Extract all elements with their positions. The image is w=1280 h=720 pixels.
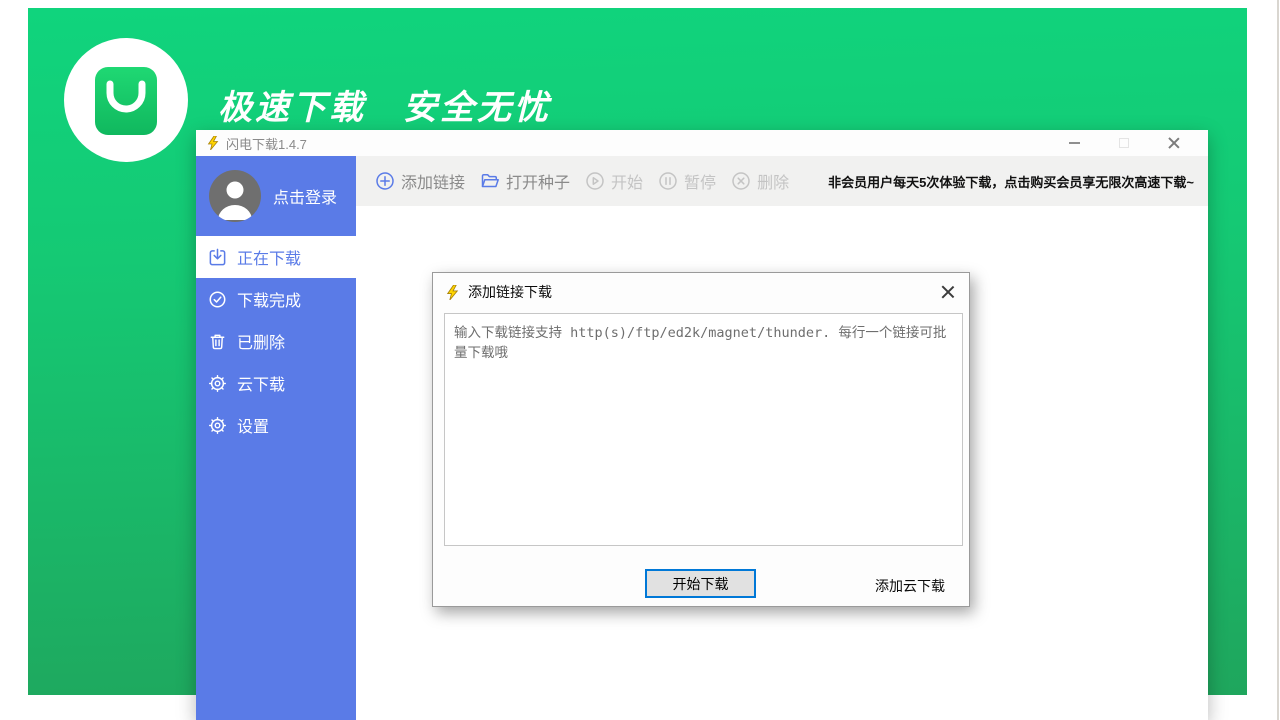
download-tray-icon xyxy=(208,248,227,267)
x-circle-icon xyxy=(731,171,751,191)
login-block[interactable]: 点击登录 xyxy=(196,156,356,236)
toolbar-button-label: 删除 xyxy=(757,169,789,193)
close-icon xyxy=(1168,137,1180,149)
pause-button[interactable]: 暂停 xyxy=(658,169,716,193)
sidebar-item-label: 下载完成 xyxy=(237,287,301,311)
window-title: 闪电下载1.4.7 xyxy=(226,134,307,153)
minimize-icon xyxy=(1069,142,1080,144)
minimize-button[interactable] xyxy=(1066,135,1082,151)
toolbar: 添加链接 打开种子 xyxy=(356,156,1208,206)
start-button[interactable]: 开始 xyxy=(585,169,643,193)
folder-open-icon xyxy=(480,171,500,191)
sidebar-item-completed[interactable]: 下载完成 xyxy=(196,278,356,320)
gear-icon xyxy=(208,416,227,435)
trash-icon xyxy=(208,332,227,351)
avatar-icon xyxy=(209,170,261,222)
login-label: 点击登录 xyxy=(273,184,337,208)
check-circle-icon xyxy=(208,290,227,309)
plus-circle-icon xyxy=(375,171,395,191)
dialog-title: 添加链接下载 xyxy=(468,282,552,302)
window-titlebar: 闪电下载1.4.7 xyxy=(196,130,1208,156)
lightning-bolt-icon xyxy=(445,285,460,300)
app-logo xyxy=(64,38,188,162)
sidebar-item-deleted[interactable]: 已删除 xyxy=(196,320,356,362)
dialog-close-button[interactable] xyxy=(939,283,957,301)
sidebar-item-downloading[interactable]: 正在下载 xyxy=(196,236,356,278)
add-cloud-download-link[interactable]: 添加云下载 xyxy=(875,576,945,596)
sidebar-item-cloud-download[interactable]: 云下载 xyxy=(196,362,356,404)
close-button[interactable] xyxy=(1166,135,1182,151)
add-link-dialog: 添加链接下载 开始下载 添加云下载 xyxy=(432,272,970,607)
link-input-textarea[interactable] xyxy=(444,313,963,546)
delete-button[interactable]: 删除 xyxy=(731,169,789,193)
maximize-button[interactable] xyxy=(1116,135,1132,151)
gear-icon xyxy=(208,374,227,393)
pause-circle-icon xyxy=(658,171,678,191)
toolbar-button-label: 打开种子 xyxy=(506,169,570,193)
start-download-button[interactable]: 开始下载 xyxy=(645,569,756,598)
sidebar-item-label: 正在下载 xyxy=(237,245,301,269)
membership-notice[interactable]: 非会员用户每天5次体验下载，点击购买会员享无限次高速下载~ xyxy=(828,172,1194,191)
dialog-titlebar: 添加链接下载 xyxy=(433,273,969,311)
toolbar-button-label: 暂停 xyxy=(684,169,716,193)
sidebar-item-settings[interactable]: 设置 xyxy=(196,404,356,446)
add-link-button[interactable]: 添加链接 xyxy=(375,169,465,193)
sidebar-item-label: 云下载 xyxy=(237,371,285,395)
open-torrent-button[interactable]: 打开种子 xyxy=(480,169,570,193)
screen-right-edge-line xyxy=(1277,0,1279,720)
sidebar: 点击登录 正在下载 下载完成 xyxy=(196,156,356,720)
lightning-bolt-icon xyxy=(206,136,220,150)
toolbar-button-label: 开始 xyxy=(611,169,643,193)
maximize-icon xyxy=(1119,138,1129,148)
sidebar-item-label: 设置 xyxy=(237,413,269,437)
play-circle-icon xyxy=(585,171,605,191)
toolbar-button-label: 添加链接 xyxy=(401,169,465,193)
shopping-bag-icon xyxy=(64,38,188,162)
sidebar-item-label: 已删除 xyxy=(237,329,285,353)
hero-title: 极速下载 安全无忧 xyxy=(218,80,551,129)
